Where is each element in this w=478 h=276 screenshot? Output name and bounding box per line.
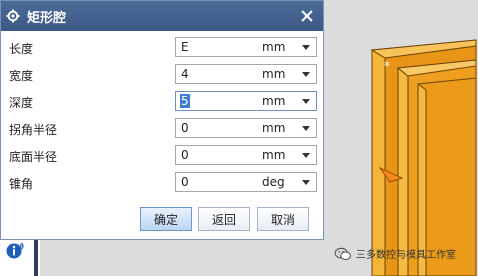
length-value[interactable]: E	[181, 40, 189, 54]
param-row-depth: 深度 5 mm	[1, 91, 325, 111]
taper-angle-value[interactable]: 0	[181, 175, 189, 189]
watermark: 三多数控与模具工作室	[334, 246, 456, 261]
taper-angle-unit[interactable]: deg	[262, 175, 285, 189]
param-row-length: 长度 E mm	[1, 37, 325, 57]
floor-radius-field[interactable]: 0 mm	[175, 145, 317, 165]
depth-field[interactable]: 5 mm	[175, 91, 317, 111]
chevron-down-icon[interactable]	[302, 72, 310, 77]
dialog-title: 矩形腔	[27, 10, 67, 26]
chevron-down-icon[interactable]	[302, 126, 310, 131]
watermark-text: 三多数控与模具工作室	[356, 250, 456, 261]
chevron-down-icon[interactable]	[302, 180, 310, 185]
width-label: 宽度	[9, 69, 34, 83]
corner-radius-value[interactable]: 0	[181, 121, 189, 135]
dialog-titlebar[interactable]: 矩形腔	[1, 1, 323, 31]
chevron-down-icon[interactable]	[302, 153, 310, 158]
length-field[interactable]: E mm	[175, 37, 317, 57]
gear-icon	[6, 9, 20, 23]
depth-unit[interactable]: mm	[262, 94, 285, 108]
depth-label: 深度	[9, 96, 34, 110]
param-row-width: 宽度 4 mm	[1, 64, 325, 84]
svg-text:*: *	[384, 59, 390, 73]
chevron-down-icon[interactable]	[302, 45, 310, 50]
depth-value[interactable]: 5	[180, 94, 190, 108]
taper-angle-label: 锥角	[9, 177, 34, 191]
wechat-icon	[334, 247, 351, 260]
taper-angle-field[interactable]: 0 deg	[175, 172, 317, 192]
ok-button[interactable]: 确定	[140, 207, 192, 231]
floor-radius-label: 底面半径	[9, 150, 58, 164]
param-row-corner-radius: 拐角半径 0 mm	[1, 118, 325, 138]
resource-bar-strip	[34, 236, 38, 276]
length-unit[interactable]: mm	[262, 40, 285, 54]
width-field[interactable]: 4 mm	[175, 64, 317, 84]
cancel-button[interactable]: 取消	[257, 207, 309, 231]
param-row-floor-radius: 底面半径 0 mm	[1, 145, 325, 165]
corner-radius-label: 拐角半径	[9, 123, 58, 137]
chevron-down-icon[interactable]	[302, 99, 310, 104]
info-icon[interactable]	[6, 242, 24, 260]
floor-radius-unit[interactable]: mm	[262, 148, 285, 162]
param-row-taper-angle: 锥角 0 deg	[1, 172, 325, 192]
corner-radius-unit[interactable]: mm	[262, 121, 285, 135]
width-unit[interactable]: mm	[262, 67, 285, 81]
corner-radius-field[interactable]: 0 mm	[175, 118, 317, 138]
close-icon	[301, 10, 313, 22]
back-button[interactable]: 返回	[198, 207, 250, 231]
close-button[interactable]	[297, 6, 317, 26]
width-value[interactable]: 4	[181, 67, 189, 81]
length-label: 长度	[9, 42, 34, 56]
floor-radius-value[interactable]: 0	[181, 148, 189, 162]
rectangular-pocket-dialog: 矩形腔 长度 E mm 宽度 4 mm 深度 5 mm 拐角半径 0 mm 底面…	[0, 0, 324, 240]
